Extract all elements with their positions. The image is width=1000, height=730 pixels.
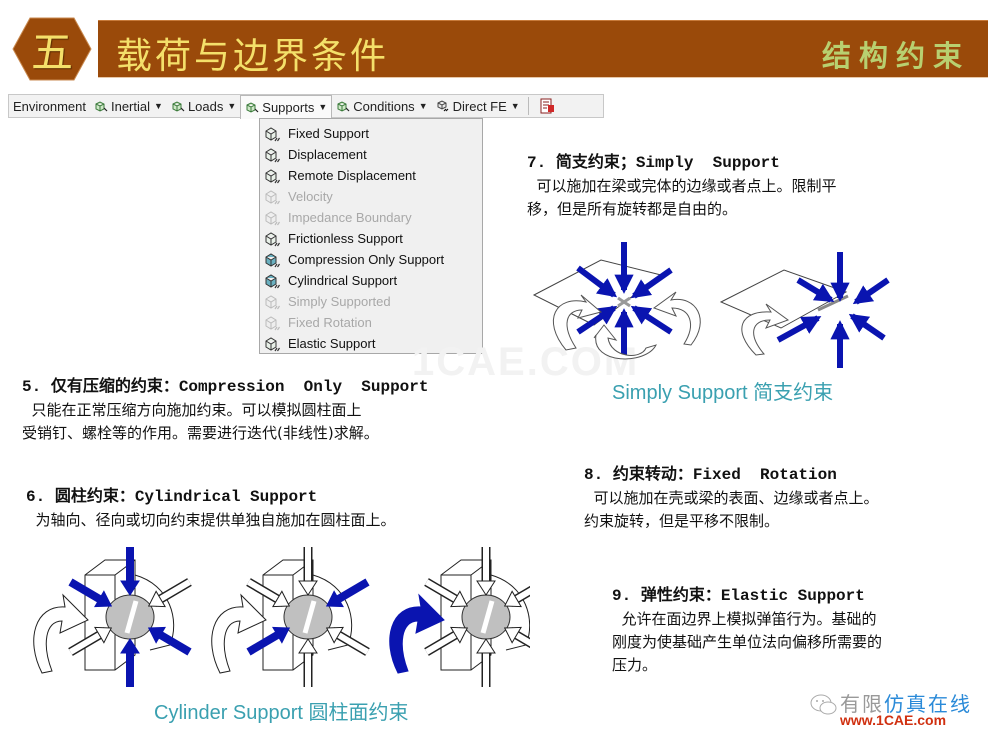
rotation-arrow bbox=[389, 593, 445, 674]
remote-displacement-icon bbox=[265, 168, 280, 183]
section-body: 可以施加在壳或梁的表面、边缘或者点上。 约束旋转，但是平移不限制。 bbox=[584, 489, 879, 530]
section-heading: 6. 圆柱约束：Cylindrical Support bbox=[26, 486, 318, 506]
cylinder-support-figure bbox=[211, 547, 370, 687]
section-body: 为轴向、径向或切向约束提供单独自施加在圆柱面上。 bbox=[26, 511, 396, 529]
impedance-boundary-icon bbox=[265, 210, 280, 225]
menu-item-compression-only-support[interactable]: Compression Only Support bbox=[260, 249, 482, 270]
simply-support-diagram bbox=[532, 242, 890, 368]
section-heading: 5. 仅有压缩的约束：Compression Only Support bbox=[22, 376, 429, 396]
elastic-support-icon bbox=[265, 336, 280, 351]
menu-item-label: Elastic Support bbox=[288, 336, 376, 351]
section-heading: 7. 简支约束；Simply Support bbox=[527, 152, 780, 172]
menu-item-label: Frictionless Support bbox=[288, 231, 403, 246]
cube-icon bbox=[337, 101, 350, 112]
fixed-rotation-icon bbox=[265, 315, 280, 330]
cylinder-support-figure bbox=[33, 547, 192, 687]
menu-item-label: Cylindrical Support bbox=[288, 273, 398, 288]
menu-item-remote-displacement[interactable]: Remote Displacement bbox=[260, 165, 482, 186]
cube-icon bbox=[246, 102, 259, 113]
menu-item-fixed-rotation[interactable]: Fixed Rotation bbox=[260, 312, 482, 333]
section-elastic-support: 9. 弹性约束：Elastic Support 允许在面边界上模拟弹笛行为。基础… bbox=[612, 583, 982, 677]
compression-only-support-icon bbox=[265, 252, 280, 267]
branding-footer: 有限仿真在线 www.1CAE.com bbox=[800, 688, 1000, 728]
title-banner: 载荷与边界条件 结构约束 bbox=[98, 20, 988, 77]
environment-toolbar: Environment Inertial ▼ Loads ▼ Supports … bbox=[8, 94, 604, 119]
menu-item-impedance-boundary[interactable]: Impedance Boundary bbox=[260, 207, 482, 228]
section-heading: 9. 弹性约束：Elastic Support bbox=[612, 585, 865, 605]
cylindrical-support-icon bbox=[265, 273, 280, 288]
rotation-arrow bbox=[211, 593, 267, 674]
cylinder-support-figure bbox=[389, 547, 530, 687]
toolbar-supports-label: Supports bbox=[262, 99, 315, 115]
toolbar-separator bbox=[527, 97, 529, 115]
chevron-down-icon: ▼ bbox=[318, 102, 328, 112]
toolbar-loads[interactable]: Loads ▼ bbox=[167, 95, 240, 117]
wechat-icon bbox=[810, 694, 837, 715]
chevron-down-icon: ▼ bbox=[510, 101, 520, 111]
toolbar-direct-fe-label: Direct FE bbox=[452, 98, 507, 114]
brand-url: www.1CAE.com bbox=[840, 712, 947, 728]
displacement-icon bbox=[265, 147, 280, 162]
cube-icon bbox=[172, 101, 185, 112]
rotation-arrow bbox=[652, 291, 701, 346]
chevron-down-icon: ▼ bbox=[154, 101, 163, 111]
menu-item-displacement[interactable]: Displacement bbox=[260, 144, 482, 165]
toolbar-conditions-label: Conditions bbox=[353, 98, 415, 114]
section-simply-support: 7. 简支约束；Simply Support 可以施加在梁或完体的边缘或者点上。… bbox=[527, 150, 967, 221]
direct-fe-icon bbox=[437, 100, 449, 112]
toolbar-inertial[interactable]: Inertial ▼ bbox=[90, 95, 167, 117]
cube-icon bbox=[95, 101, 108, 112]
section-numeral: 五 bbox=[30, 27, 73, 77]
section-compression-only: 5. 仅有压缩的约束：Compression Only Support 只能在正… bbox=[22, 374, 502, 445]
menu-item-label: Compression Only Support bbox=[288, 252, 445, 267]
menu-item-frictionless-support[interactable]: Frictionless Support bbox=[260, 228, 482, 249]
cylinder-support-diagram bbox=[33, 547, 530, 687]
constraint-arrows bbox=[776, 252, 890, 368]
rotation-arrow bbox=[741, 303, 790, 356]
section-body: 可以施加在梁或完体的边缘或者点上。限制平 移，但是所有旋转都是自由的。 bbox=[527, 177, 837, 218]
menu-item-label: Impedance Boundary bbox=[288, 210, 412, 225]
menu-item-label: Simply Supported bbox=[288, 294, 391, 309]
menu-item-label: Velocity bbox=[288, 189, 333, 204]
menu-item-label: Fixed Rotation bbox=[288, 315, 372, 330]
toolbar-inertial-label: Inertial bbox=[110, 98, 151, 114]
toolbar-loads-label: Loads bbox=[187, 98, 224, 114]
simply-supported-icon bbox=[265, 294, 280, 309]
rotation-arrow bbox=[33, 593, 89, 674]
chevron-down-icon: ▼ bbox=[418, 101, 428, 111]
velocity-icon bbox=[265, 189, 280, 204]
menu-item-label: Displacement bbox=[288, 147, 367, 162]
supports-dropdown-menu: Fixed Support Displacement Remote Displace… bbox=[259, 118, 483, 354]
section-heading: 8. 约束转动：Fixed Rotation bbox=[584, 464, 837, 484]
worksheet-icon[interactable] bbox=[539, 98, 555, 114]
menu-item-simply-supported[interactable]: Simply Supported bbox=[260, 291, 482, 312]
menu-item-velocity[interactable]: Velocity bbox=[260, 186, 482, 207]
section-body: 允许在面边界上模拟弹笛行为。基础的 刚度为使基础产生单位法向偏移所需要的 压力。 bbox=[612, 610, 883, 674]
section-body: 只能在正常压缩方向施加约束。可以模拟圆柱面上 受销钉、螺栓等的作用。需要进行迭代… bbox=[22, 401, 379, 442]
menu-item-cylindrical-support[interactable]: Cylindrical Support bbox=[260, 270, 482, 291]
chevron-down-icon: ▼ bbox=[227, 101, 237, 111]
section-fixed-rotation: 8. 约束转动：Fixed Rotation 可以施加在壳或梁的表面、边缘或者点… bbox=[584, 462, 994, 533]
constraint-arrows bbox=[576, 242, 673, 355]
page-title: 载荷与边界条件 bbox=[116, 36, 390, 77]
page-subtitle: 结构约束 bbox=[821, 39, 970, 73]
toolbar-environment-label: Environment bbox=[13, 98, 86, 114]
section-cylindrical: 6. 圆柱约束：Cylindrical Support 为轴向、径向或切向约束提… bbox=[26, 484, 516, 532]
menu-item-label: Fixed Support bbox=[288, 126, 369, 141]
menu-item-fixed-support[interactable]: Fixed Support bbox=[260, 123, 482, 144]
menu-item-label: Remote Displacement bbox=[288, 168, 416, 183]
fixed-support-icon bbox=[265, 126, 280, 141]
cylinder-support-caption: Cylinder Support 圆柱面约束 bbox=[154, 702, 409, 724]
toolbar-conditions[interactable]: Conditions ▼ bbox=[332, 95, 431, 117]
toolbar-direct-fe[interactable]: Direct FE ▼ bbox=[432, 95, 524, 117]
toolbar-environment[interactable]: Environment bbox=[9, 95, 90, 117]
toolbar-supports[interactable]: Supports ▼ bbox=[240, 94, 333, 119]
frictionless-support-icon bbox=[265, 231, 280, 246]
simply-support-caption: Simply Support 简支约束 bbox=[612, 382, 834, 404]
